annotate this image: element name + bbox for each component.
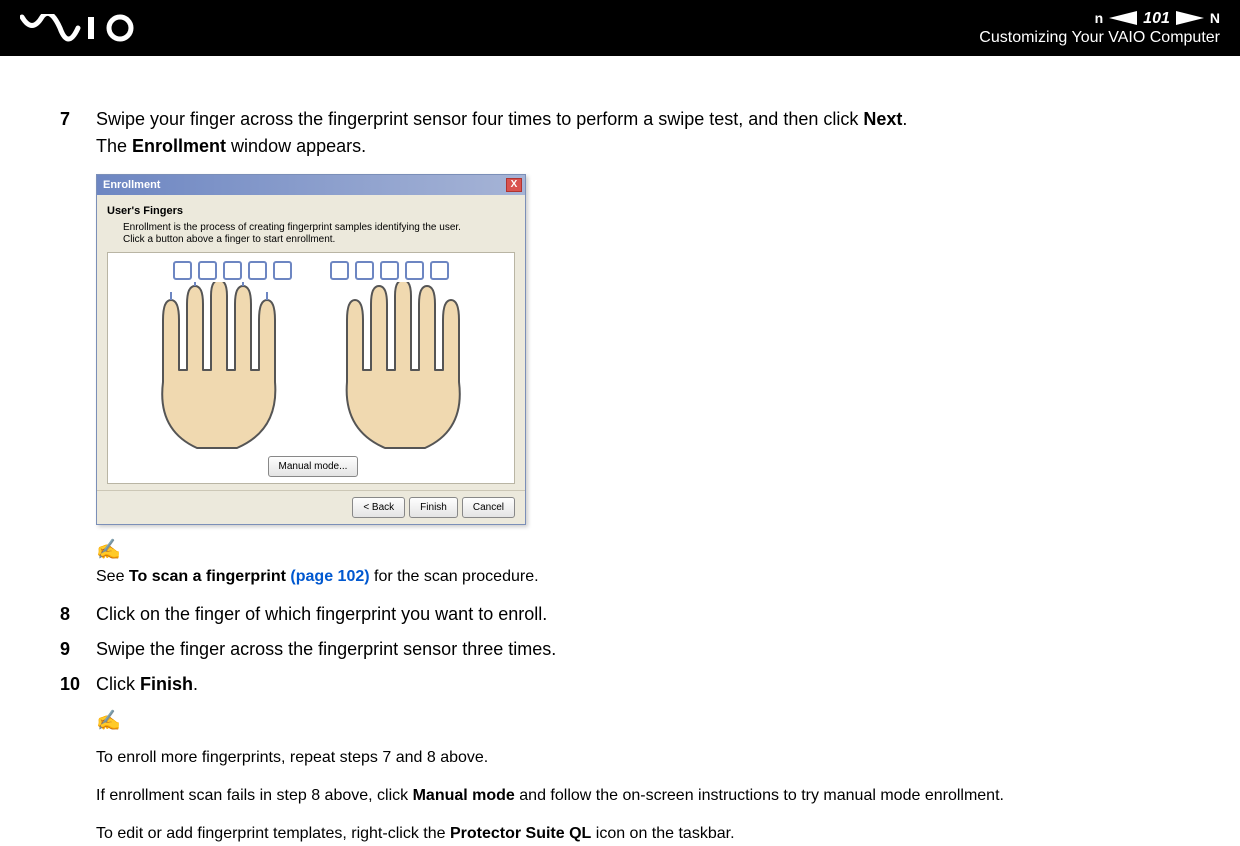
hands-row bbox=[147, 282, 475, 452]
text: . bbox=[902, 109, 907, 129]
text-bold: Next bbox=[863, 109, 902, 129]
finger-box[interactable] bbox=[430, 261, 449, 280]
note-line: If enrollment scan fails in step 8 above… bbox=[96, 784, 1180, 808]
note-block-2: ✍ To enroll more fingerprints, repeat st… bbox=[96, 706, 1180, 846]
close-button[interactable]: X bbox=[506, 178, 522, 192]
nav-letter-left: n bbox=[1095, 10, 1104, 27]
window-footer: < Back Finish Cancel bbox=[97, 490, 525, 524]
text: To edit or add fingerprint templates, ri… bbox=[96, 825, 450, 842]
cancel-button[interactable]: Cancel bbox=[462, 497, 515, 518]
finish-button[interactable]: Finish bbox=[409, 497, 458, 518]
window-titlebar: Enrollment X bbox=[97, 175, 525, 195]
hands-area: Manual mode... bbox=[107, 252, 515, 484]
finger-box[interactable] bbox=[380, 261, 399, 280]
page-nav: n 101 N Customizing Your VAIO Computer bbox=[979, 9, 1220, 47]
text-bold: Protector Suite QL bbox=[450, 825, 591, 842]
finger-box[interactable] bbox=[273, 261, 292, 280]
finger-box[interactable] bbox=[248, 261, 267, 280]
text-bold: Finish bbox=[140, 674, 193, 694]
vaio-logo-svg bbox=[20, 14, 150, 42]
finger-box[interactable] bbox=[223, 261, 242, 280]
left-hand-icon[interactable] bbox=[147, 282, 302, 452]
window-body: User's Fingers Enrollment is the process… bbox=[97, 195, 525, 490]
text-bold: Manual mode bbox=[413, 787, 515, 804]
note-block-1: ✍ See To scan a fingerprint (page 102) f… bbox=[96, 535, 1180, 589]
section-title: Customizing Your VAIO Computer bbox=[979, 28, 1220, 47]
users-fingers-description: Enrollment is the process of creating fi… bbox=[107, 222, 467, 246]
step-number: 7 bbox=[60, 106, 96, 160]
text-bold: Enrollment bbox=[132, 136, 226, 156]
text: and follow the on-screen instructions to… bbox=[515, 787, 1004, 804]
step-body: Swipe the finger across the fingerprint … bbox=[96, 636, 1180, 663]
finger-box[interactable] bbox=[198, 261, 217, 280]
step-number: 8 bbox=[60, 601, 96, 628]
left-hand-boxes bbox=[173, 261, 292, 280]
page-header: n 101 N Customizing Your VAIO Computer bbox=[0, 0, 1240, 56]
text: Click bbox=[96, 674, 140, 694]
finger-box[interactable] bbox=[405, 261, 424, 280]
nav-arrow-left-icon[interactable] bbox=[1109, 11, 1137, 25]
text: for the scan procedure. bbox=[370, 568, 539, 585]
page-number: 101 bbox=[1143, 9, 1170, 28]
enrollment-window: Enrollment X User's Fingers Enrollment i… bbox=[96, 174, 526, 525]
window-title: Enrollment bbox=[103, 177, 160, 194]
page-link[interactable]: (page 102) bbox=[290, 568, 369, 585]
page-content: 7 Swipe your finger across the fingerpri… bbox=[0, 56, 1240, 846]
step-8: 8 Click on the finger of which fingerpri… bbox=[60, 601, 1180, 628]
enrollment-screenshot: Enrollment X User's Fingers Enrollment i… bbox=[96, 174, 526, 525]
step-7: 7 Swipe your finger across the fingerpri… bbox=[60, 106, 1180, 160]
text-bold: To scan a fingerprint bbox=[129, 568, 291, 585]
text: Swipe your finger across the fingerprint… bbox=[96, 109, 863, 129]
text: icon on the taskbar. bbox=[591, 825, 734, 842]
nav-arrow-right-icon[interactable] bbox=[1176, 11, 1204, 25]
finger-box[interactable] bbox=[173, 261, 192, 280]
finger-boxes-row bbox=[173, 261, 449, 280]
note-icon: ✍ bbox=[96, 535, 1180, 565]
text: See bbox=[96, 568, 129, 585]
step-body: Click Finish. bbox=[96, 671, 1180, 698]
text: . bbox=[193, 674, 198, 694]
note-icon: ✍ bbox=[96, 706, 1180, 736]
text: If enrollment scan fails in step 8 above… bbox=[96, 787, 413, 804]
step-number: 9 bbox=[60, 636, 96, 663]
vaio-logo bbox=[20, 14, 150, 42]
users-fingers-heading: User's Fingers bbox=[107, 203, 515, 220]
step-9: 9 Swipe the finger across the fingerprin… bbox=[60, 636, 1180, 663]
step-10: 10 Click Finish. bbox=[60, 671, 1180, 698]
note-line: To edit or add fingerprint templates, ri… bbox=[96, 822, 1180, 846]
step-number: 10 bbox=[60, 671, 96, 698]
finger-box[interactable] bbox=[355, 261, 374, 280]
back-button[interactable]: < Back bbox=[352, 497, 405, 518]
step-body: Swipe your finger across the fingerprint… bbox=[96, 106, 1180, 160]
note-line: To enroll more fingerprints, repeat step… bbox=[96, 746, 1180, 770]
nav-letter-right: N bbox=[1210, 10, 1220, 27]
finger-box[interactable] bbox=[330, 261, 349, 280]
right-hand-icon[interactable] bbox=[320, 282, 475, 452]
right-hand-boxes bbox=[330, 261, 449, 280]
text: window appears. bbox=[226, 136, 366, 156]
text: The bbox=[96, 136, 132, 156]
manual-mode-row: Manual mode... bbox=[264, 456, 359, 477]
step-body: Click on the finger of which fingerprint… bbox=[96, 601, 1180, 628]
manual-mode-button[interactable]: Manual mode... bbox=[268, 456, 359, 477]
